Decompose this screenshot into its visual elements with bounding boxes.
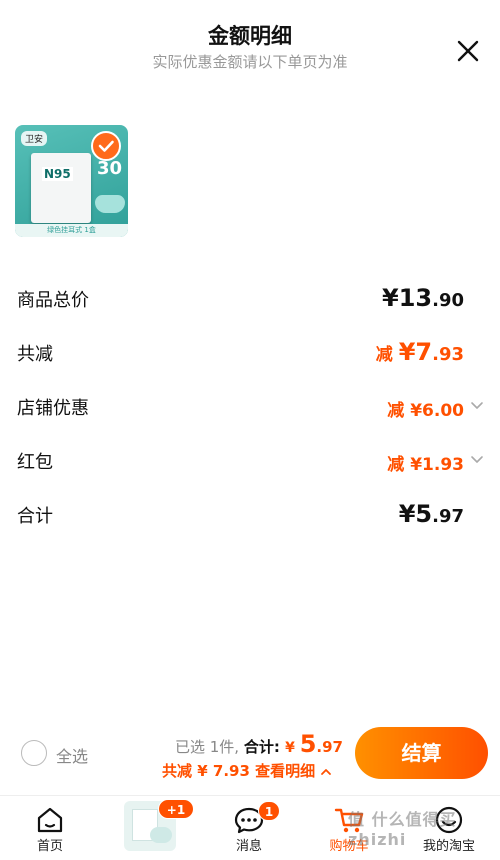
product-brand: 卫安 — [21, 131, 48, 146]
chevron-down-icon[interactable] — [470, 452, 484, 466]
subtotal-label: 合计 — [17, 506, 53, 527]
row-red-packet[interactable]: 红包 减 ¥1.93 — [0, 448, 500, 478]
product-box-image — [31, 153, 91, 223]
total-reduce-int: ¥7 — [398, 338, 433, 366]
page-subtitle: 实际优惠金额请以下单页为准 — [152, 53, 348, 71]
total-yen: ¥ — [285, 740, 300, 756]
total-reduce-value: 减 ¥7.93 — [376, 338, 464, 366]
total-price-label: 商品总价 — [17, 290, 89, 311]
total-label: 合计: — [243, 738, 286, 756]
discount-text: 共减 ¥ 7.93 查看明细 — [162, 762, 316, 780]
row-subtotal: 合计 ¥5.97 — [0, 500, 500, 532]
tab-me-label: 我的淘宝 — [422, 839, 475, 854]
tab-messages-label: 消息 — [235, 839, 262, 854]
row-total-reduce: 共减 减 ¥7.93 — [0, 338, 500, 370]
product-model: N95 — [42, 167, 73, 181]
close-button[interactable] — [454, 37, 482, 65]
settle-button[interactable]: 结算 — [355, 727, 488, 779]
red-packet-amount: ¥1.93 — [410, 455, 464, 475]
close-icon — [457, 40, 479, 62]
checkout-bar: 全选 已选 1件, 合计: ¥ 5.97 共减 ¥ 7.93 查看明细 结算 — [0, 715, 500, 793]
page-title: 金额明细 — [208, 24, 292, 48]
select-all-label[interactable]: 全选 — [56, 743, 88, 767]
subtotal-value: ¥5.97 — [399, 500, 464, 528]
header: 金额明细 实际优惠金额请以下单页为准 — [0, 0, 500, 90]
tab-cart[interactable]: 购物车 — [316, 796, 382, 860]
red-packet-value: 减 ¥1.93 — [387, 450, 464, 475]
view-details-link[interactable]: 共减 ¥ 7.93 查看明细 — [162, 760, 332, 781]
total-reduce-dec: .93 — [432, 344, 464, 365]
subtotal-dec: .97 — [432, 506, 464, 527]
product-strip: 绿色挂耳式 1盒 — [15, 224, 128, 237]
shop-discount-label: 店铺优惠 — [17, 398, 89, 419]
messages-badge: 1 — [258, 801, 280, 821]
shop-discount-amount: ¥6.00 — [410, 401, 464, 421]
total-reduce-prefix: 减 — [375, 345, 399, 365]
total-price-int: ¥13 — [382, 284, 433, 312]
total-price-value: ¥13.90 — [382, 284, 464, 312]
total-price-dec: .90 — [432, 290, 464, 311]
tab-me[interactable]: 我的淘宝 — [416, 796, 482, 860]
cart-icon — [334, 808, 364, 833]
shop-discount-value: 减 ¥6.00 — [387, 396, 464, 421]
tab-cart-label: 购物车 — [329, 839, 369, 854]
bottom-tabbar: 首页 +1 消息 1 购物车 我的淘宝 — [0, 795, 500, 860]
row-total-price: 商品总价 ¥13.90 — [0, 284, 500, 316]
total-int: 5 — [299, 730, 317, 758]
product-select-checkbox[interactable] — [91, 131, 121, 161]
total-dec: .97 — [316, 738, 343, 756]
mask-image — [95, 195, 125, 213]
total-reduce-label: 共减 — [17, 344, 53, 365]
cart-add-badge: +1 — [158, 799, 194, 819]
home-icon — [37, 807, 63, 833]
check-icon — [98, 140, 114, 152]
chevron-down-icon[interactable] — [470, 398, 484, 412]
tab-home-label: 首页 — [36, 839, 63, 854]
profile-icon — [435, 806, 463, 834]
row-shop-discount[interactable]: 店铺优惠 减 ¥6.00 — [0, 394, 500, 424]
subtotal-int: ¥5 — [398, 500, 433, 528]
selected-count: 已选 1件, — [175, 738, 244, 756]
mini-mask-image — [150, 827, 172, 843]
select-all-checkbox[interactable] — [21, 740, 47, 766]
chevron-up-icon — [321, 768, 332, 775]
red-packet-prefix: 减 — [387, 455, 411, 475]
tab-home[interactable]: 首页 — [17, 796, 83, 860]
red-packet-label: 红包 — [17, 452, 53, 473]
selected-summary: 已选 1件, 合计: ¥ 5.97 — [175, 730, 343, 758]
shop-discount-prefix: 减 — [387, 401, 411, 421]
